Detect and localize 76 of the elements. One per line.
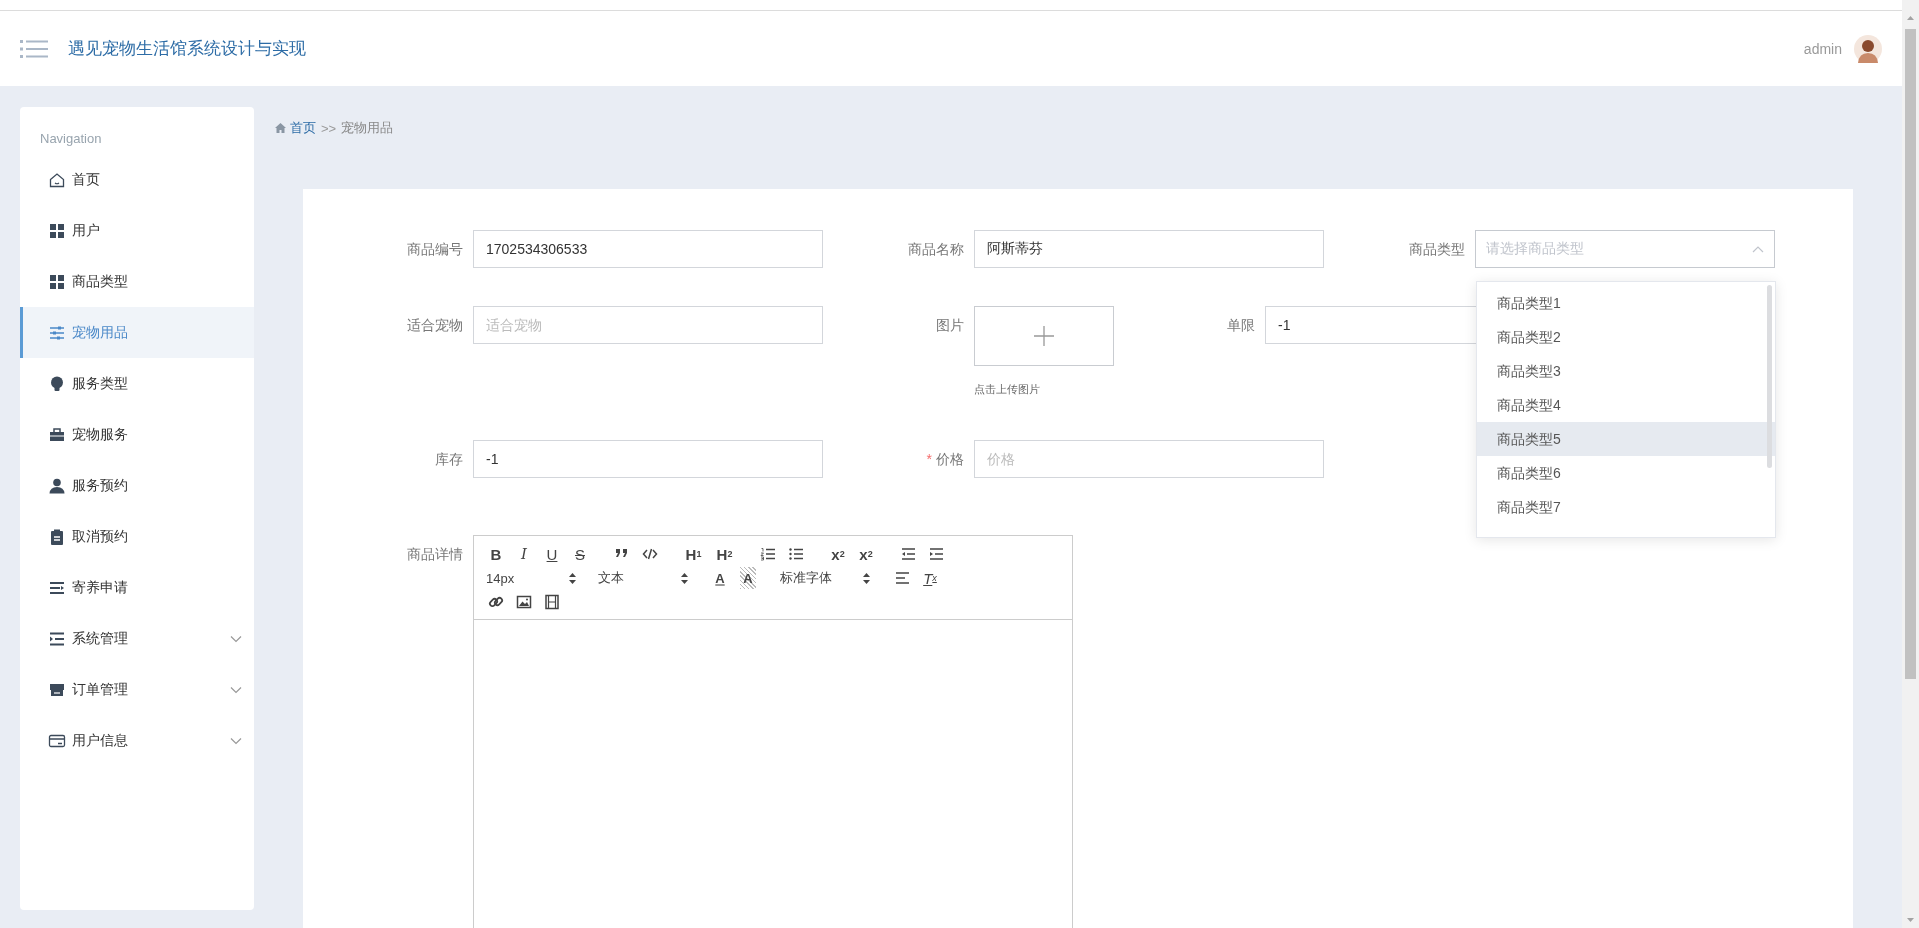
dropdown-option[interactable]: 商品类型3 <box>1477 354 1775 388</box>
person-icon <box>48 476 66 495</box>
nav-item[interactable]: 服务预约 <box>20 460 254 511</box>
scrollbar[interactable] <box>1905 29 1916 679</box>
field-label: 价格 <box>936 450 964 469</box>
field-label: 商品名称 <box>908 240 964 259</box>
nav-item[interactable]: 首页 <box>20 154 254 205</box>
upload-hint: 点击上传图片 <box>974 382 1041 397</box>
home-icon <box>275 123 286 133</box>
dropdown-option[interactable]: 商品类型6 <box>1477 456 1775 490</box>
field-label: 商品详情 <box>407 545 463 564</box>
required-mark: * <box>926 450 932 469</box>
indent-icon <box>928 546 944 562</box>
nav-heading: Navigation <box>39 131 102 146</box>
input-field[interactable]: -1 <box>473 440 823 478</box>
italic-button[interactable]: I <box>510 543 538 565</box>
code-icon <box>642 546 658 562</box>
nav-item[interactable]: 取消预约 <box>20 511 254 562</box>
breadcrumb-home-link[interactable]: 首页 <box>275 119 316 137</box>
input-field[interactable]: 价格 <box>974 440 1324 478</box>
grid-icon <box>48 221 66 240</box>
grid-icon <box>48 272 66 291</box>
chevron-down-icon <box>230 736 242 745</box>
field-label: 图片 <box>936 316 964 335</box>
nav-item[interactable]: 系统管理 <box>20 613 254 664</box>
input-field[interactable]: 适合宠物 <box>473 306 823 344</box>
breadcrumb-separator: >> <box>321 120 337 136</box>
up-down-icon <box>863 572 870 584</box>
chevron-up-icon <box>1752 245 1764 253</box>
text-color-button[interactable]: A <box>706 567 734 589</box>
align-left-icon <box>894 570 910 586</box>
plus-icon <box>1034 326 1054 346</box>
bullet-list-icon <box>788 546 804 562</box>
app-title: 遇见宠物生活馆系统设计与实现 <box>68 38 307 60</box>
up-down-icon <box>681 572 688 584</box>
breadcrumb-current: 宠物用品 <box>341 119 394 137</box>
bulb-icon <box>48 374 66 393</box>
film-icon <box>544 594 560 610</box>
outdent-icon <box>900 546 916 562</box>
nav-item[interactable]: 服务类型 <box>20 358 254 409</box>
field-label: 单限 <box>1227 316 1255 335</box>
field-label: 商品类型 <box>1409 240 1465 259</box>
script-button[interactable]: x$^{2}$ <box>852 543 880 565</box>
nav-item[interactable]: 商品类型 <box>20 256 254 307</box>
chevron-down-icon <box>230 634 242 643</box>
user-name: admin <box>1803 40 1842 57</box>
toolbar-select[interactable]: 14px <box>482 567 580 589</box>
field-label: 商品编号 <box>407 240 463 259</box>
toolbar-select[interactable]: 标准字体 <box>776 567 874 589</box>
dropdown-option[interactable]: 商品类型7 <box>1477 490 1775 524</box>
link-icon <box>488 594 504 610</box>
strikethrough-button[interactable]: S <box>566 543 594 565</box>
nav-item[interactable]: 用户 <box>20 205 254 256</box>
briefcase-icon <box>48 425 66 444</box>
input-field[interactable]: 阿斯蒂芬 <box>974 230 1324 268</box>
field-label: 库存 <box>435 450 463 469</box>
dropdown-option[interactable]: 商品类型4 <box>1477 388 1775 422</box>
scrollbar[interactable] <box>1767 285 1772 468</box>
field-label: 适合宠物 <box>407 316 463 335</box>
input-field[interactable]: 1702534306533 <box>473 230 823 268</box>
avatar-icon[interactable] <box>1854 34 1882 63</box>
clipboard-icon <box>48 527 66 546</box>
bold-button[interactable]: B <box>482 543 510 565</box>
nav-item[interactable]: 订单管理 <box>20 664 254 715</box>
toolbar-select[interactable]: 文本 <box>594 567 692 589</box>
image-icon <box>516 594 532 610</box>
nav-item[interactable]: 宠物服务 <box>20 409 254 460</box>
ordered-list-icon <box>760 546 776 562</box>
nav-item[interactable]: 用户信息 <box>20 715 254 766</box>
underline-button[interactable]: U <box>538 543 566 565</box>
dropdown-option[interactable]: 商品类型5 <box>1477 422 1775 456</box>
up-down-icon <box>569 572 576 584</box>
background-color-button[interactable]: A <box>740 567 756 589</box>
nav-item[interactable]: 寄养申请 <box>20 562 254 613</box>
chevron-down-icon <box>230 685 242 694</box>
nav-item[interactable]: 宠物用品 <box>20 307 254 358</box>
